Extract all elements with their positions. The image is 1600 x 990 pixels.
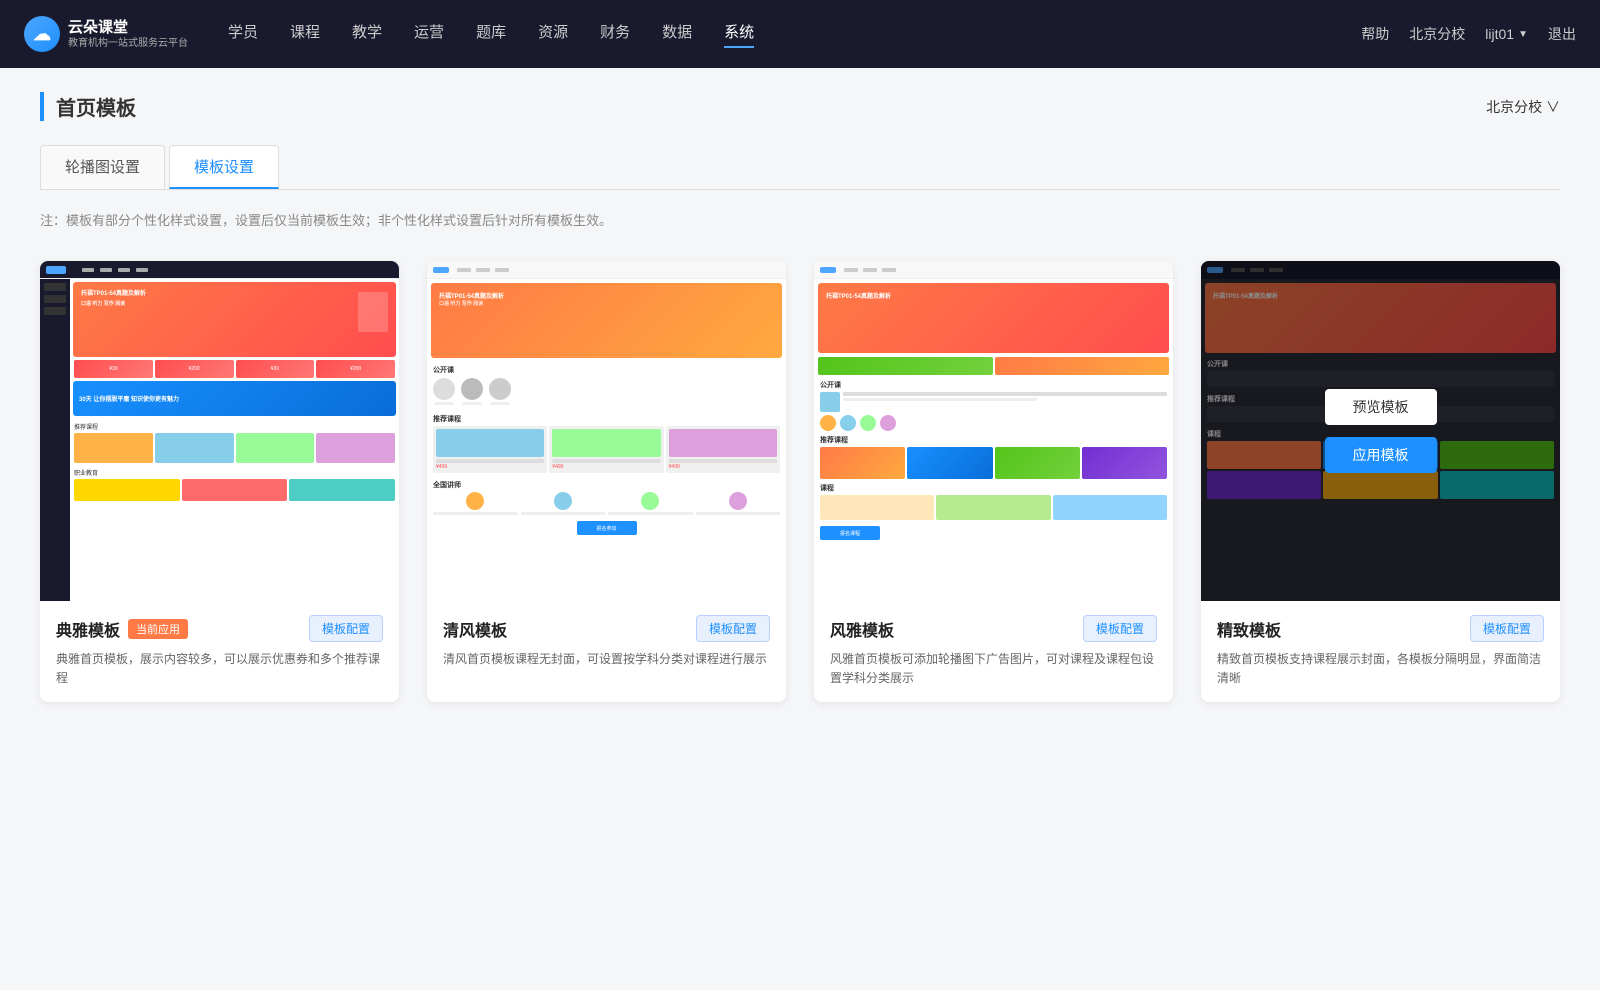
template-elegant-info: 风雅模板 模板配置 风雅首页模板可添加轮播图下广告图片，可对课程及课程包设置学科… <box>814 601 1173 702</box>
template-elegant-name: 风雅模板 <box>830 617 894 641</box>
nav-resources[interactable]: 资源 <box>538 21 568 48</box>
page-title: 首页模板 <box>40 92 136 121</box>
template-typical-name-row: 典雅模板 当前应用 模板配置 <box>56 615 383 642</box>
template-refined-desc: 精致首页模板支持课程展示封面，各模板分隔明显，界面简洁清晰 <box>1217 650 1544 688</box>
nav-questions[interactable]: 题库 <box>476 21 506 48</box>
user-dropdown-icon: ▼ <box>1518 29 1528 40</box>
nav-teaching[interactable]: 教学 <box>352 21 382 48</box>
templates-grid: 托福TP01-54真题及解析 口语 听力 写作 阅读 ¥30 <box>40 261 1560 702</box>
logout-link[interactable]: 退出 <box>1548 24 1576 44</box>
template-clean-name: 清风模板 <box>443 617 507 641</box>
apply-template-btn[interactable]: 应用模板 <box>1325 437 1437 473</box>
user-menu[interactable]: lijt01 ▼ <box>1485 26 1528 42</box>
template-refined-overlay: 预览模板 应用模板 <box>1201 261 1560 601</box>
template-refined-config-btn[interactable]: 模板配置 <box>1470 615 1544 642</box>
template-refined-preview[interactable]: 托福TP01-54真题及解析 公开课 推荐课程 课程 <box>1201 261 1560 601</box>
preview-template-btn[interactable]: 预览模板 <box>1325 389 1437 425</box>
nav-courses[interactable]: 课程 <box>290 21 320 48</box>
logo-text: 云朵课堂 教育机构一站式服务云平台 <box>68 18 188 51</box>
nav-students[interactable]: 学员 <box>228 21 258 48</box>
branch-dropdown-icon: ∨ <box>1546 99 1560 115</box>
navbar: ☁ 云朵课堂 教育机构一站式服务云平台 学员 课程 教学 运营 题库 资源 财务… <box>0 0 1600 68</box>
branch-selector[interactable]: 北京分校 ∨ <box>1486 97 1560 117</box>
template-clean: 托福TP01-54真题及解析 口语 听力 写作 阅读 公开课 <box>427 261 786 702</box>
nav-system[interactable]: 系统 <box>724 21 754 48</box>
nav-operations[interactable]: 运营 <box>414 21 444 48</box>
template-refined-name-row: 精致模板 模板配置 <box>1217 615 1544 642</box>
template-refined: 托福TP01-54真题及解析 公开课 推荐课程 课程 <box>1201 261 1560 702</box>
template-elegant-desc: 风雅首页模板可添加轮播图下广告图片，可对课程及课程包设置学科分类展示 <box>830 650 1157 688</box>
template-clean-name-row: 清风模板 模板配置 <box>443 615 770 642</box>
template-elegant-preview[interactable]: 托福TP01-54真题及解析 公开课 <box>814 261 1173 601</box>
tabs-container: 轮播图设置 模板设置 <box>40 145 1560 190</box>
template-clean-preview[interactable]: 托福TP01-54真题及解析 口语 听力 写作 阅读 公开课 <box>427 261 786 601</box>
tab-template[interactable]: 模板设置 <box>169 145 279 189</box>
nav-finance[interactable]: 财务 <box>600 21 630 48</box>
template-elegant: 托福TP01-54真题及解析 公开课 <box>814 261 1173 702</box>
template-clean-config-btn[interactable]: 模板配置 <box>696 615 770 642</box>
template-elegant-config-btn[interactable]: 模板配置 <box>1083 615 1157 642</box>
page-header: 首页模板 北京分校 ∨ <box>40 92 1560 121</box>
tab-carousel[interactable]: 轮播图设置 <box>40 145 165 189</box>
template-typical-preview[interactable]: 托福TP01-54真题及解析 口语 听力 写作 阅读 ¥30 <box>40 261 399 601</box>
nav-links: 学员 课程 教学 运营 题库 资源 财务 数据 系统 <box>228 21 1361 48</box>
branch-link[interactable]: 北京分校 <box>1409 24 1465 44</box>
help-link[interactable]: 帮助 <box>1361 24 1389 44</box>
current-badge: 当前应用 <box>128 619 188 639</box>
template-clean-desc: 清风首页模板课程无封面，可设置按学科分类对课程进行展示 <box>443 650 770 669</box>
template-elegant-name-row: 风雅模板 模板配置 <box>830 615 1157 642</box>
template-typical-info: 典雅模板 当前应用 模板配置 典雅首页模板，展示内容较多，可以展示优惠券和多个推… <box>40 601 399 702</box>
nav-data[interactable]: 数据 <box>662 21 692 48</box>
template-typical-name: 典雅模板 <box>56 617 120 641</box>
template-refined-info: 精致模板 模板配置 精致首页模板支持课程展示封面，各模板分隔明显，界面简洁清晰 <box>1201 601 1560 702</box>
logo: ☁ 云朵课堂 教育机构一站式服务云平台 <box>24 16 188 52</box>
template-clean-info: 清风模板 模板配置 清风首页模板课程无封面，可设置按学科分类对课程进行展示 <box>427 601 786 683</box>
logo-icon: ☁ <box>24 16 60 52</box>
template-refined-name: 精致模板 <box>1217 617 1281 641</box>
template-typical-config-btn[interactable]: 模板配置 <box>309 615 383 642</box>
nav-right: 帮助 北京分校 lijt01 ▼ 退出 <box>1361 24 1576 44</box>
note-text: 注：模板有部分个性化样式设置，设置后仅当前模板生效；非个性化样式设置后针对所有模… <box>40 210 1560 229</box>
page-content: 首页模板 北京分校 ∨ 轮播图设置 模板设置 注：模板有部分个性化样式设置，设置… <box>0 68 1600 726</box>
template-typical: 托福TP01-54真题及解析 口语 听力 写作 阅读 ¥30 <box>40 261 399 702</box>
template-typical-desc: 典雅首页模板，展示内容较多，可以展示优惠券和多个推荐课程 <box>56 650 383 688</box>
